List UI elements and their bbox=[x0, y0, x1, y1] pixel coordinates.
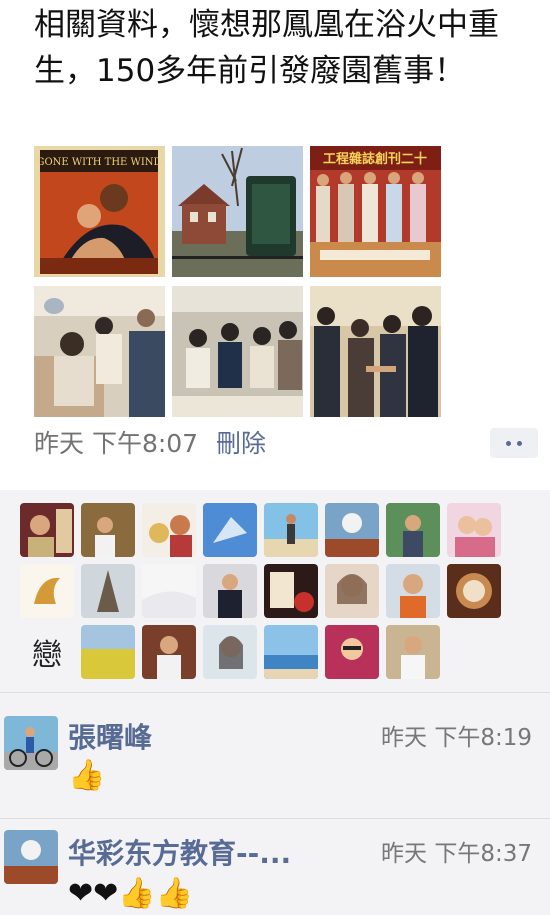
thumbs-up-icon: 👍 bbox=[68, 758, 106, 793]
poster-title: GONE WITH THE WIND bbox=[36, 157, 161, 168]
like-avatar[interactable] bbox=[142, 625, 196, 679]
photo-gone-with-the-wind[interactable]: GONE WITH THE WIND bbox=[34, 146, 165, 277]
like-avatar[interactable] bbox=[20, 503, 74, 557]
delete-link[interactable]: 刪除 bbox=[216, 429, 266, 458]
like-avatar[interactable] bbox=[264, 625, 318, 679]
like-avatar[interactable] bbox=[81, 503, 135, 557]
comment-time: 昨天 下午8:37 bbox=[381, 841, 532, 867]
like-avatar[interactable] bbox=[325, 625, 379, 679]
post-meta: 昨天 下午8:07 刪除 bbox=[34, 424, 266, 460]
banner-text: 工程雜誌創刊二十 bbox=[323, 151, 427, 167]
photo-airplane-passengers[interactable] bbox=[172, 286, 303, 417]
like-avatar[interactable] bbox=[386, 625, 440, 679]
commenter-name[interactable]: 張曙峰 bbox=[68, 716, 152, 756]
photo-airplane-cabin[interactable] bbox=[34, 286, 165, 417]
dot-icon bbox=[506, 441, 511, 446]
like-avatar[interactable]: 戀 bbox=[20, 625, 74, 679]
like-avatar[interactable] bbox=[81, 625, 135, 679]
like-avatar[interactable] bbox=[20, 564, 74, 618]
dot-icon bbox=[517, 441, 522, 446]
divider bbox=[0, 692, 550, 693]
like-avatar[interactable] bbox=[264, 564, 318, 618]
like-avatar[interactable] bbox=[142, 503, 196, 557]
like-avatar[interactable] bbox=[386, 503, 440, 557]
photo-magazine-anniversary[interactable]: 工程雜誌創刊二十 bbox=[310, 146, 441, 277]
commenter-name[interactable]: 华彩东方教育--... bbox=[68, 832, 291, 872]
photo-historic-house[interactable] bbox=[172, 146, 303, 277]
like-avatar[interactable] bbox=[142, 564, 196, 618]
commenter-avatar[interactable] bbox=[4, 716, 58, 770]
like-avatar[interactable] bbox=[325, 503, 379, 557]
more-actions-button[interactable] bbox=[490, 428, 538, 458]
like-avatar[interactable] bbox=[203, 503, 257, 557]
svg-text:戀: 戀 bbox=[32, 638, 62, 673]
like-avatar[interactable] bbox=[264, 503, 318, 557]
like-avatar[interactable] bbox=[447, 503, 501, 557]
comment-time: 昨天 下午8:19 bbox=[381, 725, 532, 751]
like-avatar[interactable] bbox=[447, 564, 501, 618]
like-avatar[interactable] bbox=[325, 564, 379, 618]
like-avatar[interactable] bbox=[81, 564, 135, 618]
like-avatar[interactable] bbox=[386, 564, 440, 618]
interaction-panel: 戀 張曙峰 昨天 下午8:19 👍 华彩东方教育--... 昨天 下午8:37 … bbox=[0, 490, 550, 915]
commenter-avatar[interactable] bbox=[4, 830, 58, 884]
divider bbox=[0, 818, 550, 819]
like-avatar[interactable] bbox=[203, 625, 257, 679]
photo-handshake[interactable] bbox=[310, 286, 441, 417]
post-time: 昨天 下午8:07 bbox=[34, 429, 199, 458]
like-avatar[interactable] bbox=[203, 564, 257, 618]
reaction-emojis: ❤❤👍👍 bbox=[68, 876, 193, 911]
post-text: 相關資料，懷想那鳳凰在浴火中重生，150多年前引發廢園舊事！ bbox=[34, 7, 499, 89]
